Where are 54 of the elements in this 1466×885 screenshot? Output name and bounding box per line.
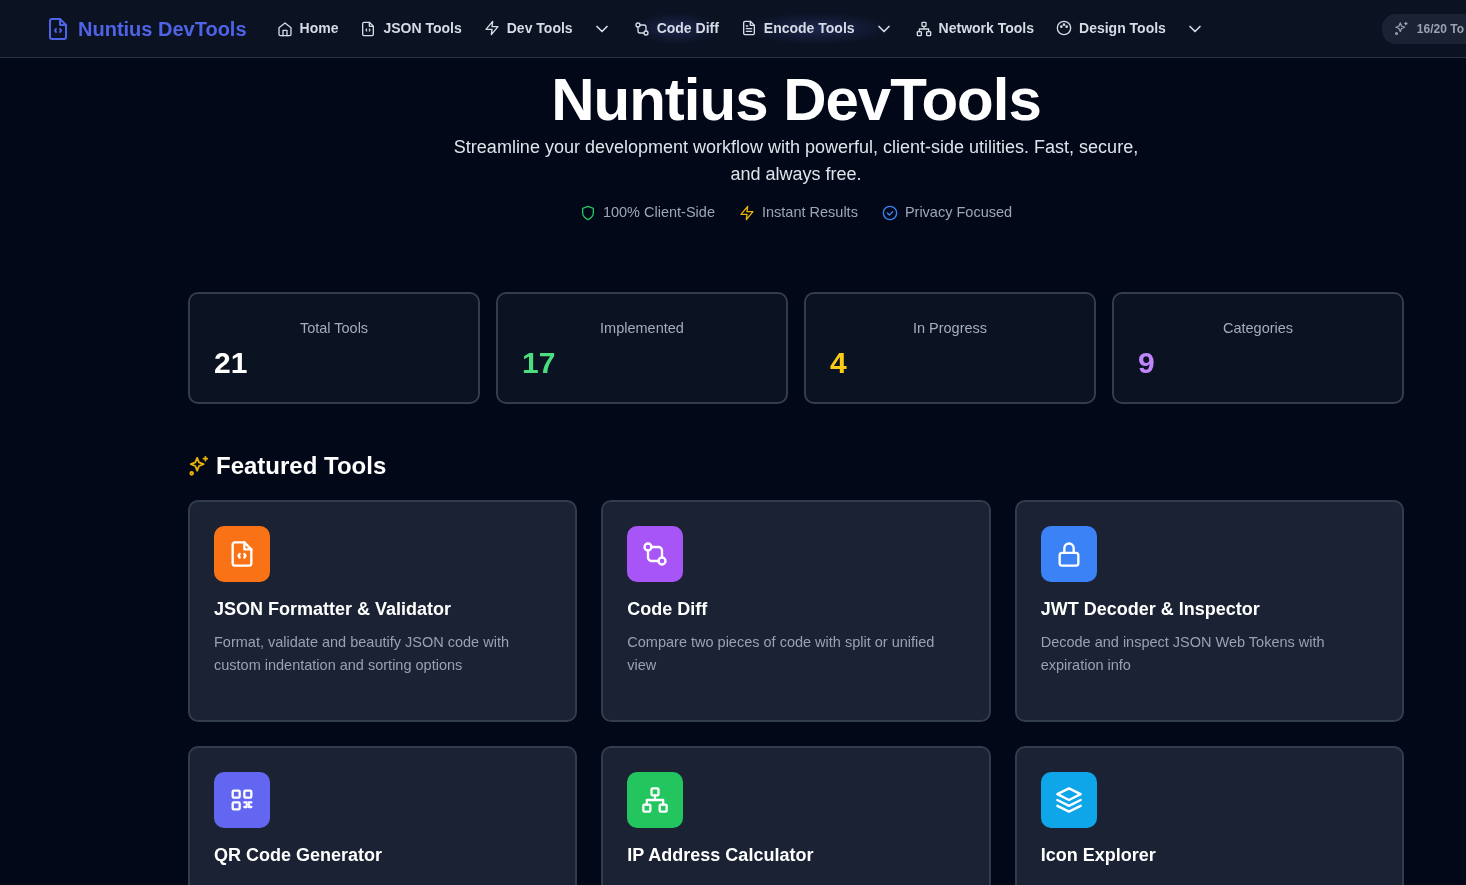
feature-label: Privacy Focused <box>904 203 1013 222</box>
sparkle-icon <box>188 454 210 477</box>
stat-label: In Progress <box>911 318 989 338</box>
layers-icon <box>1054 785 1083 814</box>
file-code-icon <box>46 16 70 41</box>
nav-link[interactable]: Design Tools <box>1056 11 1205 46</box>
tool-title: Icon Explorer <box>1040 843 1157 867</box>
branch-diff-icon <box>641 539 670 568</box>
nav-link[interactable]: Network Tools <box>915 12 1034 45</box>
stat-value: 9 <box>1138 347 1156 378</box>
tool-card[interactable]: Icon Explorer <box>1014 745 1404 885</box>
nav-link[interactable]: Dev Tools <box>483 11 612 46</box>
tool-card[interactable]: IP Address Calculator <box>601 745 991 885</box>
stat-label: Total Tools <box>298 318 370 338</box>
document-icon <box>740 20 757 37</box>
feature-label: 100% Client-Side <box>602 203 715 222</box>
file-code-icon <box>360 20 377 37</box>
shield-icon <box>579 204 596 221</box>
brand-logo[interactable]: Nuntius DevTools <box>46 13 247 44</box>
network-icon <box>915 20 932 37</box>
nav-link[interactable]: JSON Tools <box>360 12 462 45</box>
lightning-icon <box>483 20 500 37</box>
stat-value: 21 <box>214 347 249 378</box>
nav-link[interactable]: Home <box>276 12 339 45</box>
check-circle-icon <box>881 204 898 221</box>
branch-diff-icon <box>633 20 650 37</box>
nav-link[interactable]: Code Diff <box>633 12 719 45</box>
stat-label: Categories <box>1221 318 1295 338</box>
tool-title: JSON Formatter & Validator <box>214 597 453 621</box>
tool-title: IP Address Calculator <box>627 843 815 867</box>
tool-card[interactable]: QR Code Generator <box>188 745 578 885</box>
feature-label: Instant Results <box>761 203 858 222</box>
hero-subtitle: Streamline your development workflow with powerful, client-side utilities. Fast, secure, and always free. <box>452 136 1140 186</box>
tool-title: QR Code Generator <box>214 843 384 867</box>
section-heading: Featured Tools <box>216 450 387 481</box>
stat-label: Implemented <box>599 318 685 338</box>
hero-title: Nuntius DevTools <box>550 70 1042 130</box>
brand-name: Nuntius DevTools <box>78 16 247 42</box>
tool-card[interactable]: JSON Formatter & Validator Format, validate and beautify JSON code with custom indentation and sorting options <box>188 499 578 722</box>
progress-text: 16/20 To <box>1416 20 1464 38</box>
lightning-icon <box>738 204 755 221</box>
tool-card[interactable]: JWT Decoder & Inspector Decode and inspect JSON Web Tokens with expiration info <box>1014 499 1404 722</box>
stat-value: 17 <box>522 347 557 378</box>
tool-description: Format, validate and beautify JSON code with custom indentation and sorting options <box>214 632 510 675</box>
tool-card[interactable]: Code Diff Compare two pieces of code with split or unified view <box>601 499 991 722</box>
house-icon <box>276 20 293 37</box>
sparkle-icon <box>1393 21 1409 36</box>
stat-value: 4 <box>830 347 848 378</box>
tool-description: Decode and inspect JSON Web Tokens with expiration info <box>1040 632 1326 675</box>
tool-description: Compare two pieces of code with split or unified view <box>627 632 936 675</box>
tool-title: JWT Decoder & Inspector <box>1040 597 1261 621</box>
palette-icon <box>1056 20 1072 37</box>
tool-title: Code Diff <box>627 597 709 621</box>
network-icon <box>641 785 670 814</box>
